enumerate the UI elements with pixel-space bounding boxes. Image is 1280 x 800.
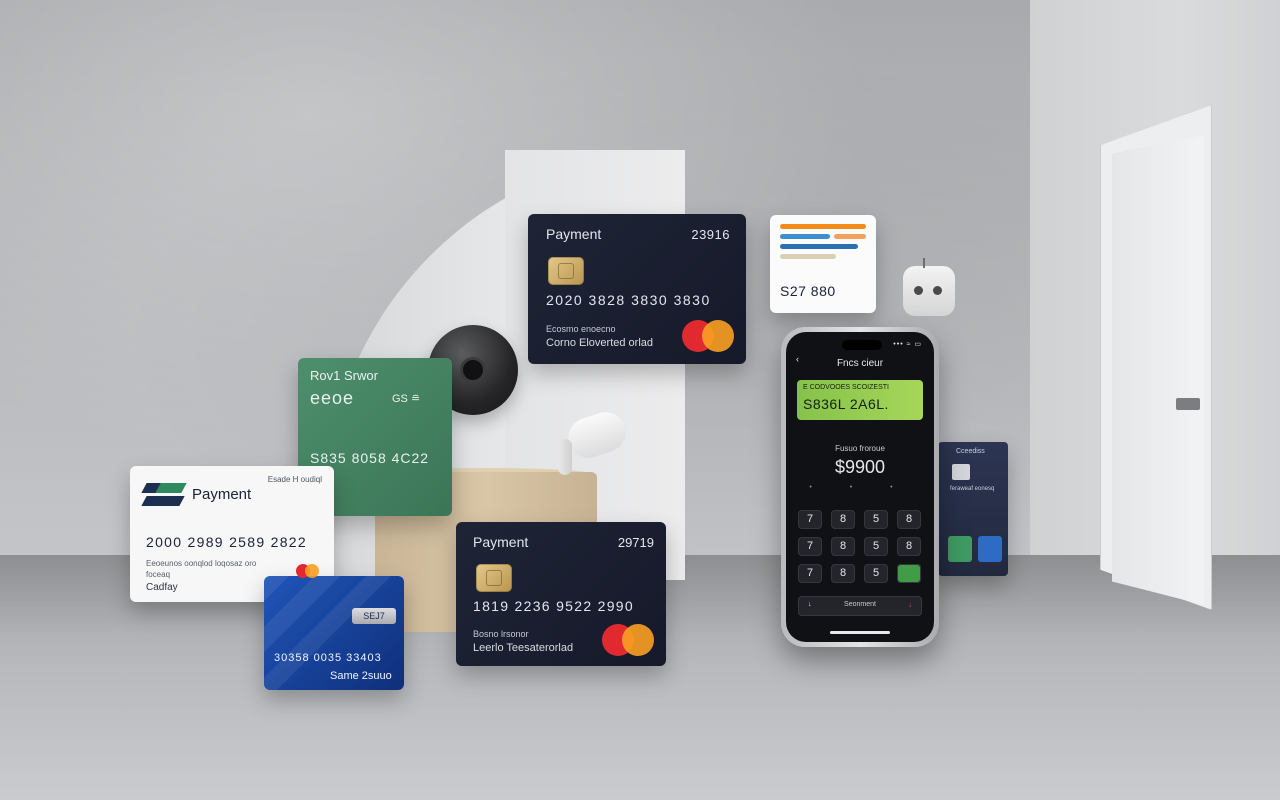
dark-card-top-title: Payment — [546, 226, 602, 242]
door-handle — [1176, 398, 1200, 410]
receipt-bar — [780, 244, 858, 249]
white-earbud — [558, 407, 631, 477]
receipt-bar — [780, 224, 866, 229]
banner-value: S836L 2A6L. — [803, 396, 889, 412]
amount-label: Fusuo froroue — [835, 444, 885, 453]
receipt-bar — [780, 254, 836, 259]
dynamic-island — [842, 340, 882, 350]
white-card-title: Payment — [192, 486, 252, 503]
keypad-key[interactable]: 8 — [831, 564, 855, 583]
balance-banner: E CODVOOES SCOIZESTI S836L 2A6L. — [797, 380, 923, 420]
dark-card-top-code: 23916 — [691, 227, 730, 242]
dark-card-bottom-number: 1819 2236 9522 2990 — [473, 598, 634, 614]
keypad-key[interactable]: 5 — [864, 564, 888, 583]
keypad-key[interactable]: 5 — [864, 537, 888, 556]
blue-card: SEJ7 30358 0035 33403 Same 2suuo — [264, 576, 404, 690]
white-card-number: 2000 2989 2589 2822 — [146, 534, 307, 550]
dark-card-bottom-title: Payment — [473, 534, 529, 550]
smart-camera — [903, 258, 955, 316]
door — [1112, 135, 1204, 605]
side-card: Cceediss feraweaf eonesq — [938, 442, 1008, 576]
white-card-top-text: Esade H oudiql — [267, 475, 322, 484]
page-dots: • • • — [809, 484, 911, 491]
side-card-title: Cceediss — [956, 448, 985, 455]
dark-card-top: Payment 23916 2020 3828 3830 3830 Ecosmo… — [528, 214, 746, 364]
keypad-key[interactable]: 7 — [798, 537, 822, 556]
chip-icon — [548, 257, 584, 285]
arrow-down-icon: ↓ — [908, 600, 912, 609]
green-card-title: Rov1 Srwor — [310, 368, 378, 383]
payment-logo-icon — [141, 483, 187, 507]
keypad-key[interactable]: 5 — [864, 510, 888, 529]
blue-app-icon — [978, 536, 1002, 562]
white-card-line2: foceaq — [146, 570, 171, 579]
green-card-mark: GS ≘ — [392, 393, 421, 405]
mastercard-small-icon — [296, 564, 320, 578]
dark-card-bottom-line2: Leerlo Teesaterorlad — [473, 642, 574, 654]
dark-card-bottom-line1: Bosno lrsonor — [473, 629, 529, 639]
speaker-lens — [460, 357, 486, 383]
receipt-card: S27 880 — [770, 215, 876, 313]
home-indicator[interactable] — [830, 631, 890, 634]
blue-card-number: 30358 0035 33403 — [274, 652, 382, 664]
receipt-bar — [834, 234, 866, 239]
dark-card-top-line2: Corno Eloverted orlad — [546, 337, 654, 349]
smartphone: ••• ≈ ▭ ‹ Fncs cieur E CODVOOES SCOIZEST… — [781, 327, 939, 647]
dark-card-top-number: 2020 3828 3830 3830 — [546, 292, 711, 308]
side-card-label: feraweaf eonesq — [950, 486, 995, 492]
amount-value: $9900 — [834, 457, 886, 477]
phone-screen: ••• ≈ ▭ ‹ Fncs cieur E CODVOOES SCOIZEST… — [786, 332, 934, 642]
white-card-line3: Cadfay — [146, 582, 178, 593]
mastercard-icon — [682, 320, 734, 352]
reader-icon — [952, 464, 970, 480]
blue-card-name: Same 2suuo — [330, 670, 392, 682]
payment-bar-label: Seonment — [844, 601, 876, 608]
banner-title: E CODVOOES SCOIZESTI — [803, 384, 889, 391]
blue-card-badge: SEJ7 — [352, 608, 396, 624]
keypad-key[interactable]: 7 — [798, 510, 822, 529]
keypad-key[interactable]: 8 — [831, 510, 855, 529]
confirm-key[interactable] — [897, 564, 921, 583]
keypad-key[interactable]: 7 — [798, 564, 822, 583]
dark-card-bottom-code: 29719 — [617, 535, 654, 550]
dark-card-top-line1: Ecosmo enoecno — [546, 324, 616, 334]
dark-card-bottom: Payment 29719 1819 2236 9522 2990 Bosno … — [456, 522, 666, 666]
status-icons: ••• ≈ ▭ — [893, 341, 922, 348]
mastercard-icon — [602, 624, 654, 656]
phone-title: Fncs cieur — [836, 358, 884, 369]
green-card-glyphs: eeoe — [310, 388, 355, 408]
payment-bar[interactable]: ↓ Seonment ↓ — [798, 596, 922, 616]
white-card-line1: Eeoeunos oonqlod loqosaz oro — [146, 559, 257, 568]
keypad-key[interactable]: 8 — [897, 537, 921, 556]
keypad-key[interactable]: 8 — [831, 537, 855, 556]
receipt-bar — [780, 234, 830, 239]
keypad-key[interactable]: 8 — [897, 510, 921, 529]
receipt-amount: S27 880 — [780, 283, 836, 299]
green-card-number: S835 8058 4C22 — [310, 450, 430, 466]
green-app-icon — [948, 536, 972, 562]
chip-icon — [476, 564, 512, 592]
